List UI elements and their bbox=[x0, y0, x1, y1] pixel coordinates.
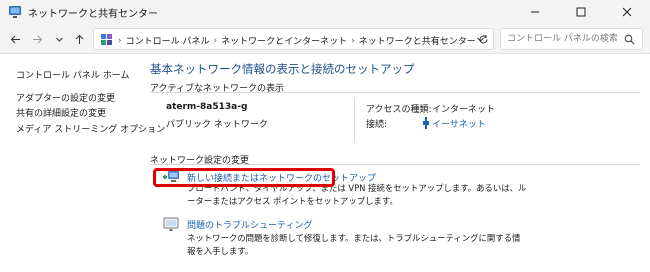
access-type-value: インターネット bbox=[432, 105, 496, 115]
close-button[interactable] bbox=[604, 0, 650, 24]
minimize-icon bbox=[531, 11, 539, 13]
back-button[interactable] bbox=[6, 30, 24, 48]
page-title: 基本ネットワーク情報の表示と接続のセットアップ bbox=[150, 62, 415, 76]
section-divider bbox=[150, 164, 640, 165]
recent-locations-button[interactable] bbox=[50, 30, 68, 48]
address-bar[interactable]: › コントロール パネル › ネットワークとインターネット › ネットワークと共… bbox=[93, 28, 494, 50]
troubleshoot-problems-description: ネットワークの問題を診断して修復します。または、トラブルシューティングに関する情… bbox=[187, 233, 521, 256]
window-title: ネットワークと共有センター bbox=[28, 9, 158, 20]
new-connection-icon bbox=[163, 171, 179, 182]
troubleshoot-icon bbox=[163, 217, 179, 231]
breadcrumb-separator: › bbox=[351, 35, 355, 46]
breadcrumb-separator: › bbox=[213, 35, 218, 46]
arrow-right-icon bbox=[32, 35, 42, 43]
network-name: aterm-8a513a-g bbox=[166, 102, 248, 112]
setup-new-connection-description: ブロードバンド、ダイヤルアップ、または VPN 接続をセットアップします。あるい… bbox=[187, 183, 527, 206]
ethernet-icon bbox=[423, 117, 429, 129]
vertical-divider bbox=[354, 98, 355, 142]
navigation-bar: › コントロール パネル › ネットワークとインターネット › ネットワークと共… bbox=[0, 24, 650, 54]
maximize-button[interactable] bbox=[558, 0, 604, 24]
sidebar-item-media-streaming[interactable]: メディア ストリーミング オプション bbox=[16, 122, 165, 135]
refresh-icon bbox=[479, 34, 487, 43]
arrow-left-icon bbox=[10, 35, 20, 43]
refresh-button[interactable] bbox=[474, 30, 492, 48]
breadcrumb-item[interactable]: コントロール パネル bbox=[126, 34, 210, 47]
sidebar-item-home[interactable]: コントロール パネル ホーム bbox=[16, 68, 129, 81]
sidebar-item-adapter-settings[interactable]: アダプターの設定の変更 bbox=[16, 91, 115, 104]
main-content: 基本ネットワーク情報の表示と接続のセットアップ アクティブなネットワークの表示 … bbox=[150, 54, 650, 272]
control-panel-icon bbox=[101, 34, 112, 45]
search-icon[interactable] bbox=[624, 34, 635, 45]
title-bar: ネットワークと共有センター bbox=[0, 0, 650, 24]
breadcrumb-item[interactable]: ネットワークと共有センター bbox=[359, 34, 476, 47]
connection-link-ethernet[interactable]: イーサネット bbox=[432, 117, 486, 130]
close-icon bbox=[622, 7, 632, 17]
network-center-icon bbox=[9, 6, 21, 18]
chevron-down-icon bbox=[55, 37, 63, 42]
search-box[interactable] bbox=[500, 28, 643, 50]
section-divider bbox=[150, 92, 640, 93]
breadcrumb-separator: › bbox=[118, 35, 122, 46]
search-input[interactable] bbox=[507, 32, 617, 46]
access-type-label: アクセスの種類: bbox=[366, 105, 432, 115]
breadcrumb: › コントロール パネル › ネットワークとインターネット › ネットワークと共… bbox=[118, 34, 476, 48]
breadcrumb-item[interactable]: ネットワークとインターネット bbox=[221, 34, 347, 47]
network-category[interactable]: パブリック ネットワーク bbox=[166, 117, 268, 130]
arrow-up-icon bbox=[75, 34, 83, 44]
maximize-icon bbox=[576, 7, 586, 17]
connection-label: 接続: bbox=[366, 120, 388, 130]
forward-button[interactable] bbox=[28, 30, 46, 48]
troubleshoot-problems-link[interactable]: 問題のトラブルシューティング bbox=[187, 218, 312, 231]
up-button[interactable] bbox=[70, 30, 88, 48]
minimize-button[interactable] bbox=[512, 0, 558, 24]
sidebar-item-advanced-sharing[interactable]: 共有の詳細設定の変更 bbox=[16, 106, 106, 119]
